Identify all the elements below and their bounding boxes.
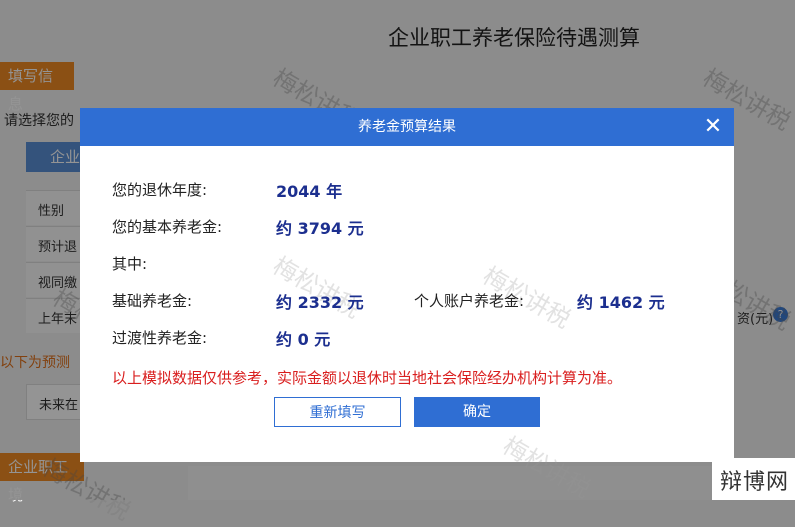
transitional-pension-label: 过渡性养老金:	[112, 329, 208, 347]
disclaimer-notice: 以上模拟数据仅供参考，实际金额以退休时当地社会保险经办机构计算为准。	[112, 369, 623, 387]
personal-account-value: 约 1462 元	[577, 293, 665, 312]
personal-account-label: 个人账户养老金:	[414, 292, 525, 310]
pension-result-dialog: 养老金预算结果 ✕ 梅松讲税 梅松讲税 梅松讲税 您的退休年度: 2044 年 …	[80, 108, 734, 504]
retire-year-label: 您的退休年度:	[112, 181, 208, 199]
basic-pension-value: 约 3794 元	[276, 219, 364, 238]
refill-button[interactable]: 重新填写	[274, 397, 401, 427]
base-pension-value: 约 2332 元	[276, 293, 364, 312]
site-logo: 辩博网	[712, 458, 795, 500]
retire-year-value: 2044 年	[276, 182, 343, 201]
among-label: 其中:	[112, 255, 148, 273]
basic-pension-label: 您的基本养老金:	[112, 218, 223, 236]
logo-text: 辩博网	[720, 470, 790, 495]
dialog-title: 养老金预算结果	[358, 119, 456, 135]
dialog-header: 养老金预算结果 ✕	[80, 108, 734, 146]
transitional-pension-value: 约 0 元	[276, 330, 331, 349]
close-icon[interactable]: ✕	[700, 114, 726, 140]
confirm-button[interactable]: 确定	[414, 397, 540, 427]
base-pension-label: 基础养老金:	[112, 292, 193, 310]
